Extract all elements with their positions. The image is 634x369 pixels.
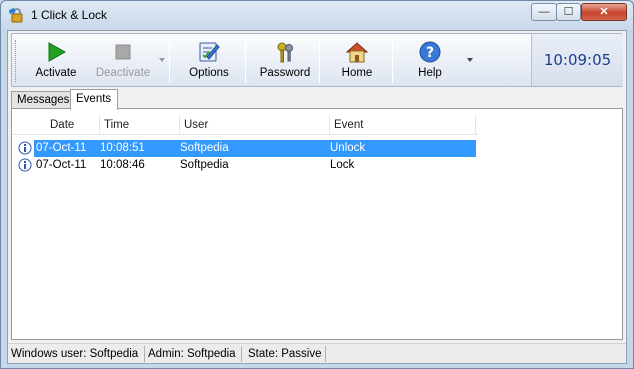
help-label: Help: [418, 67, 442, 79]
help-icon: ?: [419, 41, 441, 63]
toolbar-separator: [245, 37, 246, 83]
cell-date: 07-Oct-11: [36, 159, 87, 171]
tab-messages[interactable]: Messages: [11, 91, 71, 109]
toolbar-separator: [319, 37, 320, 83]
status-separator: [241, 346, 242, 362]
status-state: State: Passive: [248, 348, 322, 360]
deactivate-label: Deactivate: [95, 67, 151, 79]
table-row[interactable]: 07-Oct-11 10:08:46 Softpedia Lock: [12, 157, 478, 174]
column-header-date[interactable]: Date: [46, 115, 100, 135]
info-icon: [18, 141, 32, 155]
padlock-icon: [9, 7, 23, 23]
stop-icon: [115, 44, 131, 60]
chevron-down-icon[interactable]: [467, 58, 473, 62]
cell-event: Lock: [330, 159, 355, 171]
cell-time: 10:08:46: [100, 159, 145, 171]
play-icon: [48, 42, 67, 62]
window-title: 1 Click & Lock: [31, 8, 108, 22]
minimize-button[interactable]: —: [531, 3, 557, 21]
status-admin: Admin: Softpedia: [148, 348, 236, 360]
options-button[interactable]: Options: [176, 34, 242, 86]
cell-event: Unlock: [330, 142, 366, 154]
client-area: Activate Deactivate Options Password Hom…: [7, 30, 627, 364]
cell-user: Softpedia: [180, 159, 229, 171]
password-button[interactable]: Password: [252, 34, 318, 86]
chevron-down-icon[interactable]: [159, 58, 165, 62]
status-bar: Windows user: Softpedia Admin: Softpedia…: [8, 343, 626, 363]
status-separator: [144, 346, 145, 362]
column-header-user[interactable]: User: [180, 115, 330, 135]
events-panel: Date Time User Event 07-Oct-11 10:08:51 …: [11, 108, 623, 340]
title-bar[interactable]: 1 Click & Lock — ☐ ✕: [1, 1, 633, 29]
home-icon: [345, 42, 369, 63]
cell-time: 10:08:51: [100, 142, 145, 154]
toolbar-separator: [169, 37, 170, 83]
cell-date: 07-Oct-11: [36, 142, 87, 154]
maximize-button[interactable]: ☐: [556, 3, 581, 21]
column-header-event[interactable]: Event: [330, 115, 476, 135]
home-label: Home: [341, 67, 373, 79]
activate-label: Activate: [35, 67, 77, 79]
close-button[interactable]: ✕: [581, 3, 627, 21]
status-separator: [325, 346, 326, 362]
app-window: 1 Click & Lock — ☐ ✕ Activate Deactivate: [0, 0, 634, 369]
toolbar-grip[interactable]: [15, 40, 18, 82]
table-row[interactable]: 07-Oct-11 10:08:51 Softpedia Unlock: [12, 140, 478, 157]
options-icon: [199, 42, 220, 62]
toolbar-separator: [392, 37, 393, 83]
tab-events[interactable]: Events: [70, 89, 118, 110]
cell-user: Softpedia: [180, 142, 229, 154]
column-header-time[interactable]: Time: [100, 115, 180, 135]
activate-button[interactable]: Activate: [24, 34, 88, 86]
info-icon: [18, 158, 32, 172]
clock-display: 10:09:05: [531, 34, 623, 86]
keys-icon: [277, 42, 293, 63]
table-header: Date Time User Event: [12, 115, 478, 135]
deactivate-button[interactable]: Deactivate: [90, 34, 156, 86]
options-label: Options: [189, 67, 229, 79]
home-button[interactable]: Home: [324, 34, 390, 86]
password-label: Password: [259, 67, 311, 79]
toolbar: Activate Deactivate Options Password Hom…: [11, 33, 623, 87]
status-windows-user: Windows user: Softpedia: [11, 348, 139, 360]
help-button[interactable]: ? Help: [397, 34, 463, 86]
svg-text:?: ?: [426, 45, 434, 61]
